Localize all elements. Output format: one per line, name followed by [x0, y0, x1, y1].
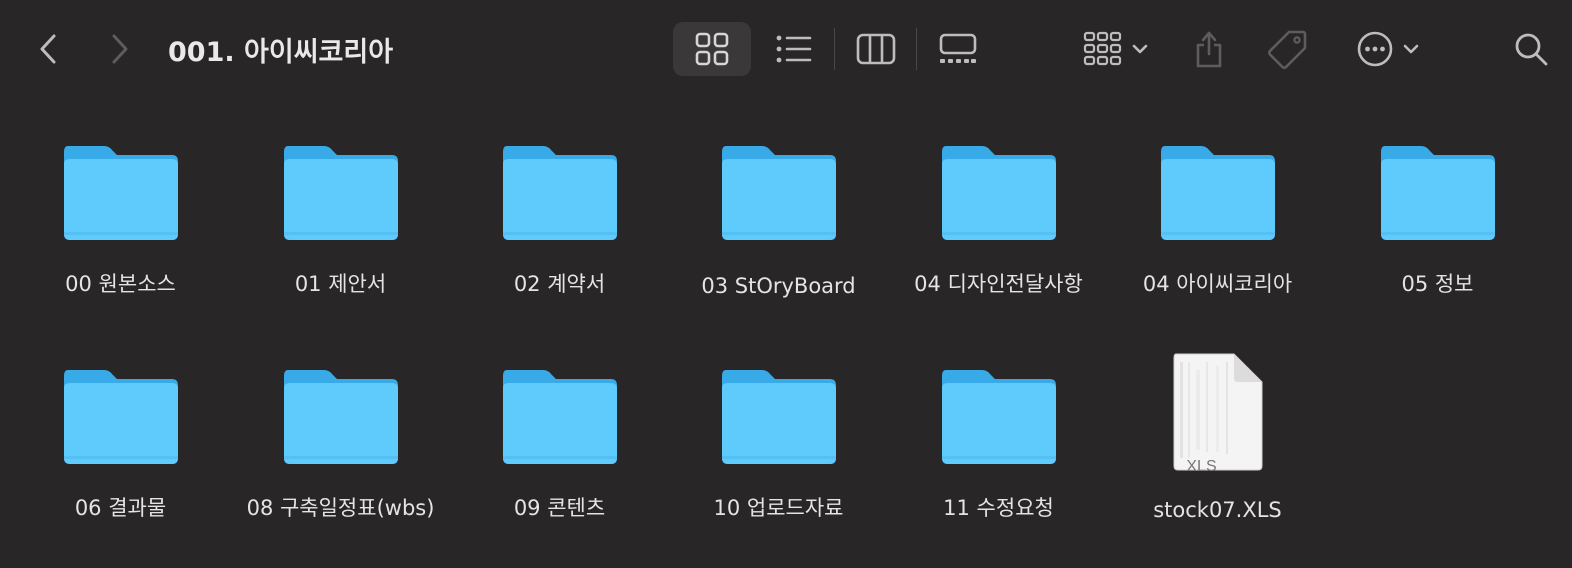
file-item[interactable]: XLS stock07.XLS — [1108, 322, 1327, 522]
folder-icon — [59, 142, 183, 240]
tag-icon — [1268, 30, 1307, 69]
file-extension-label: XLS — [1186, 458, 1217, 475]
grid-icon — [695, 32, 729, 66]
folder-item[interactable]: 02 계약서 — [450, 98, 669, 298]
toolbar: 001. 아이씨코리아 — [0, 0, 1572, 98]
finder-window: 001. 아이씨코리아 00 원본소스 01 제안서 02 계약서 03 StO… — [0, 0, 1572, 568]
item-label: 04 아이씨코리아 — [1142, 272, 1293, 296]
folder-item[interactable]: 11 수정요청 — [889, 322, 1108, 522]
folder-item[interactable]: 05 정보 — [1328, 98, 1547, 298]
item-label: 00 원본소스 — [65, 272, 176, 296]
icon-view-button[interactable] — [673, 22, 751, 76]
item-label: stock07.XLS — [1153, 498, 1282, 522]
folder-item[interactable]: 06 결과물 — [11, 322, 230, 522]
item-label: 05 정보 — [1401, 272, 1474, 296]
window-title: 001. 아이씨코리아 — [168, 37, 394, 68]
ellipsis-circle-icon — [1357, 31, 1393, 67]
folder-icon — [937, 142, 1061, 240]
folder-icon — [279, 366, 403, 464]
share-button[interactable] — [1186, 22, 1232, 76]
gallery-icon — [939, 33, 977, 63]
more-actions-button[interactable] — [1348, 22, 1428, 76]
folder-icon — [1376, 142, 1500, 240]
item-label: 01 제안서 — [294, 272, 387, 296]
folder-icon — [717, 366, 841, 464]
item-label: 10 업로드자료 — [713, 496, 844, 520]
chevron-left-icon — [40, 34, 56, 64]
item-label: 02 계약서 — [513, 272, 606, 296]
column-view-button[interactable] — [850, 22, 902, 76]
folder-icon — [717, 142, 841, 244]
list-icon — [776, 35, 812, 63]
toolbar-separator — [834, 28, 835, 70]
file-grid: 00 원본소스 01 제안서 02 계약서 03 StOryBoard 04 디자인전달… — [0, 98, 1572, 568]
gallery-view-button[interactable] — [932, 22, 984, 76]
folder-icon — [279, 142, 403, 240]
folder-icon — [1156, 142, 1280, 240]
folder-icon — [59, 366, 183, 464]
folder-item[interactable]: 10 업로드자료 — [669, 322, 888, 522]
folder-item[interactable]: 04 디자인전달사항 — [889, 98, 1108, 298]
folder-icon — [498, 142, 622, 240]
columns-icon — [856, 33, 896, 65]
back-button[interactable] — [30, 28, 66, 70]
xls-document-icon: XLS — [1156, 353, 1280, 475]
toolbar-separator — [916, 28, 917, 70]
list-view-button[interactable] — [768, 22, 820, 76]
group-button[interactable] — [1074, 22, 1158, 76]
group-grid-icon — [1083, 31, 1122, 66]
folder-icon — [937, 366, 1061, 464]
folder-item[interactable]: 01 제안서 — [231, 98, 450, 298]
item-label: 11 수정요청 — [943, 496, 1054, 520]
folder-item[interactable]: 03 StOryBoard — [669, 98, 888, 298]
item-label: 06 결과물 — [74, 496, 167, 520]
tag-button[interactable] — [1262, 22, 1314, 76]
search-button[interactable] — [1508, 22, 1554, 76]
item-label: 04 디자인전달사항 — [914, 272, 1083, 296]
share-icon — [1196, 31, 1222, 68]
forward-button[interactable] — [102, 28, 138, 70]
chevron-right-icon — [112, 34, 128, 64]
chevron-down-icon — [1132, 44, 1148, 54]
search-icon — [1515, 33, 1548, 66]
folder-item[interactable]: 00 원본소스 — [11, 98, 230, 298]
item-label: 08 구축일정표(wbs) — [246, 496, 435, 520]
item-label: 03 StOryBoard — [701, 274, 856, 298]
chevron-down-icon — [1403, 44, 1419, 54]
folder-icon — [498, 366, 622, 464]
folder-item[interactable]: 09 콘텐츠 — [450, 322, 669, 522]
item-label: 09 콘텐츠 — [513, 496, 606, 520]
folder-item[interactable]: 08 구축일정표(wbs) — [231, 322, 450, 522]
folder-item[interactable]: 04 아이씨코리아 — [1108, 98, 1327, 298]
